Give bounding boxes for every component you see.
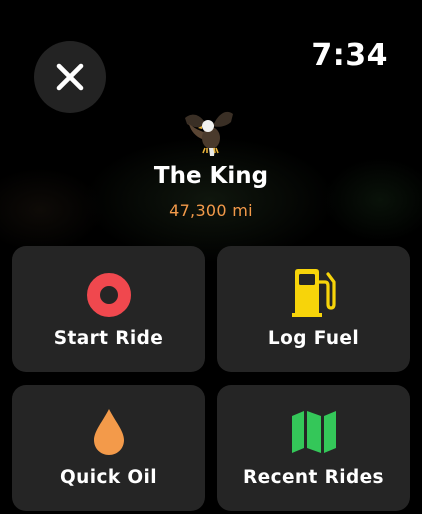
record-icon: [86, 273, 131, 317]
fuel-pump-icon: [289, 268, 339, 318]
map-icon: [290, 410, 338, 454]
profile-mileage: 47,300 mi: [169, 201, 253, 220]
close-button[interactable]: [34, 41, 106, 113]
watch-screen: 7:34 The King 47,300 mi Start Ride Log F…: [0, 0, 422, 514]
oil-drop-icon: [91, 407, 127, 457]
close-icon: [56, 63, 84, 91]
recent-rides-label: Recent Rides: [243, 467, 384, 488]
start-ride-button[interactable]: Start Ride: [12, 246, 205, 372]
status-time: 7:34: [311, 38, 388, 73]
log-fuel-button[interactable]: Log Fuel: [217, 246, 410, 372]
quick-oil-button[interactable]: Quick Oil: [12, 385, 205, 511]
log-fuel-label: Log Fuel: [267, 328, 360, 349]
recent-rides-button[interactable]: Recent Rides: [217, 385, 410, 511]
profile-name: The King: [153, 163, 269, 189]
start-ride-label: Start Ride: [53, 328, 164, 349]
eagle-icon: [185, 111, 233, 156]
quick-oil-label: Quick Oil: [60, 467, 157, 488]
